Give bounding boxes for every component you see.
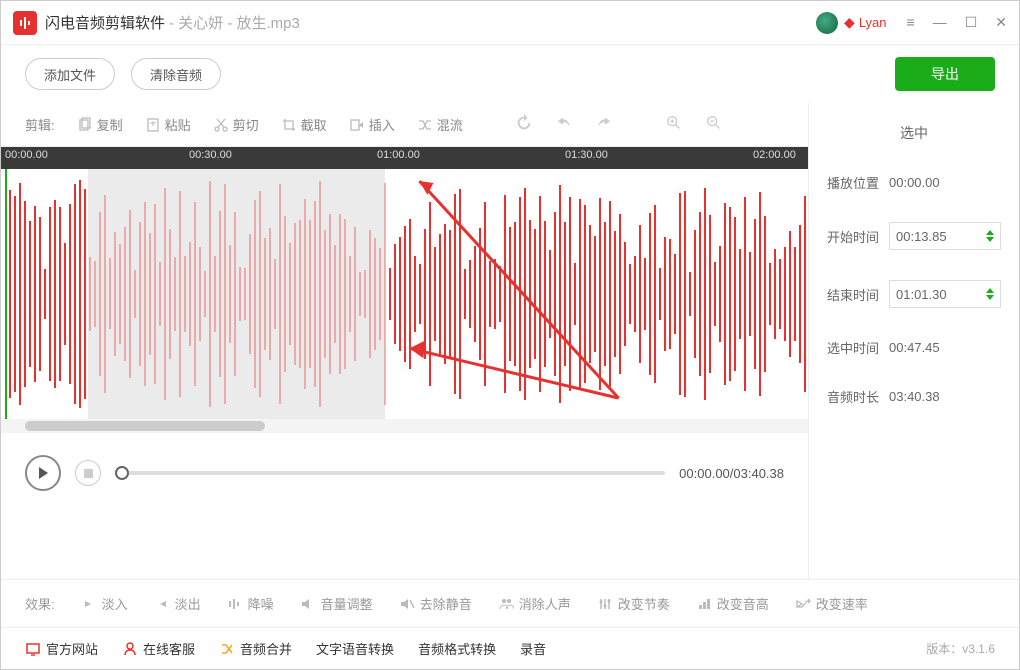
version-label: 版本：v3.1.6 xyxy=(926,640,995,657)
fade-in-button[interactable]: 淡入 xyxy=(81,594,128,613)
effects-bar: 效果: 淡入 淡出 降噪 音量调整 去除静音 消除人声 改变节奏 改变音高 改变… xyxy=(1,579,1019,627)
side-title: 选中 xyxy=(827,123,1001,143)
file-title: - 关心妍 - 放生.mp3 xyxy=(169,12,300,33)
tempo-button[interactable]: 改变节奏 xyxy=(597,594,670,613)
trim-silence-button[interactable]: 去除静音 xyxy=(399,594,472,613)
zoom-out-button[interactable] xyxy=(705,114,723,135)
titlebar: 闪电音频剪辑软件 - 关心妍 - 放生.mp3 ◆ Lyan ≡ — ☐ ✕ xyxy=(1,1,1019,45)
end-time-label: 结束时间 xyxy=(827,285,889,304)
end-up-icon[interactable] xyxy=(986,288,994,293)
tts-link[interactable]: 文字语音转换 xyxy=(316,639,394,658)
undo-button[interactable] xyxy=(555,114,573,135)
duration-label: 音频时长 xyxy=(827,387,889,406)
edit-toolbar: 剪辑: 复制 粘贴 剪切 截取 插入 混流 xyxy=(1,103,808,147)
ruler-tick: 01:30.00 xyxy=(565,149,608,161)
add-file-button[interactable]: 添加文件 xyxy=(25,58,115,90)
zoom-in-button[interactable] xyxy=(665,114,683,135)
copy-button[interactable]: 复制 xyxy=(77,115,123,134)
clear-audio-button[interactable]: 清除音频 xyxy=(131,58,221,90)
horizontal-scrollbar[interactable] xyxy=(1,419,808,433)
progress-slider[interactable] xyxy=(115,471,665,475)
play-pos-value: 00:00.00 xyxy=(889,175,1001,190)
progress-knob[interactable] xyxy=(115,466,129,480)
record-link[interactable]: 录音 xyxy=(520,639,546,658)
insert-button[interactable]: 插入 xyxy=(349,115,395,134)
export-button[interactable]: 导出 xyxy=(895,57,995,91)
timeline-ruler[interactable]: 00:00.00 00:30.00 01:00.00 01:30.00 02:0… xyxy=(1,147,808,169)
pitch-button[interactable]: 改变音高 xyxy=(696,594,769,613)
start-time-label: 开始时间 xyxy=(827,227,889,246)
duration-value: 03:40.38 xyxy=(889,389,1001,404)
redo-button[interactable] xyxy=(595,114,613,135)
ruler-tick: 00:00.00 xyxy=(5,149,48,161)
app-title: 闪电音频剪辑软件 xyxy=(45,12,165,33)
merge-link[interactable]: 音频合并 xyxy=(219,639,292,658)
player-controls: 00:00.00/03:40.38 xyxy=(1,433,808,513)
app-logo xyxy=(13,11,37,35)
time-display: 00:00.00/03:40.38 xyxy=(679,466,784,481)
footer-bar: 官方网站 在线客服 音频合并 文字语音转换 音频格式转换 录音 版本：v3.1.… xyxy=(1,627,1019,669)
effects-label: 效果: xyxy=(25,594,55,613)
remove-vocal-button[interactable]: 消除人声 xyxy=(498,594,571,613)
crop-button[interactable]: 截取 xyxy=(281,115,327,134)
main-panel: 剪辑: 复制 粘贴 剪切 截取 插入 混流 00:00.00 00:30.00 … xyxy=(1,103,809,579)
username[interactable]: Lyan xyxy=(859,15,887,30)
ruler-tick: 01:00.00 xyxy=(377,149,420,161)
top-button-row: 添加文件 清除音频 导出 xyxy=(1,45,1019,103)
support-link[interactable]: 在线客服 xyxy=(122,639,195,658)
start-time-input[interactable]: 00:13.85 xyxy=(889,222,1001,250)
edit-label: 剪辑: xyxy=(25,115,55,134)
end-down-icon[interactable] xyxy=(986,295,994,300)
start-down-icon[interactable] xyxy=(986,237,994,242)
sel-time-label: 选中时间 xyxy=(827,338,889,357)
website-link[interactable]: 官方网站 xyxy=(25,639,98,658)
sel-time-value: 00:47.45 xyxy=(889,340,1001,355)
ruler-tick: 02:00.00 xyxy=(753,149,796,161)
speed-button[interactable]: 改变速率 xyxy=(795,594,868,613)
minimize-button[interactable]: — xyxy=(933,14,947,31)
scrollbar-thumb[interactable] xyxy=(25,421,265,431)
waveform-area[interactable] xyxy=(1,169,808,419)
avatar[interactable] xyxy=(816,12,838,34)
menu-button[interactable]: ≡ xyxy=(907,14,915,31)
mix-button[interactable]: 混流 xyxy=(417,115,463,134)
side-panel: 选中 播放位置 00:00.00 开始时间 00:13.85 结束时间 01:0… xyxy=(809,103,1019,579)
diamond-icon: ◆ xyxy=(844,14,855,31)
close-button[interactable]: ✕ xyxy=(995,14,1007,31)
waveform xyxy=(1,169,808,419)
start-up-icon[interactable] xyxy=(986,230,994,235)
refresh-button[interactable] xyxy=(515,114,533,135)
play-pos-label: 播放位置 xyxy=(827,173,889,192)
stop-button[interactable] xyxy=(75,460,101,486)
fade-out-button[interactable]: 淡出 xyxy=(154,594,201,613)
maximize-button[interactable]: ☐ xyxy=(965,14,978,31)
ruler-tick: 00:30.00 xyxy=(189,149,232,161)
volume-button[interactable]: 音量调整 xyxy=(300,594,373,613)
play-button[interactable] xyxy=(25,455,61,491)
app-window: 闪电音频剪辑软件 - 关心妍 - 放生.mp3 ◆ Lyan ≡ — ☐ ✕ 添… xyxy=(0,0,1020,670)
paste-button[interactable]: 粘贴 xyxy=(145,115,191,134)
content-area: 剪辑: 复制 粘贴 剪切 截取 插入 混流 00:00.00 00:30.00 … xyxy=(1,103,1019,579)
denoise-button[interactable]: 降噪 xyxy=(227,594,274,613)
format-link[interactable]: 音频格式转换 xyxy=(418,639,496,658)
cut-button[interactable]: 剪切 xyxy=(213,115,259,134)
end-time-input[interactable]: 01:01.30 xyxy=(889,280,1001,308)
